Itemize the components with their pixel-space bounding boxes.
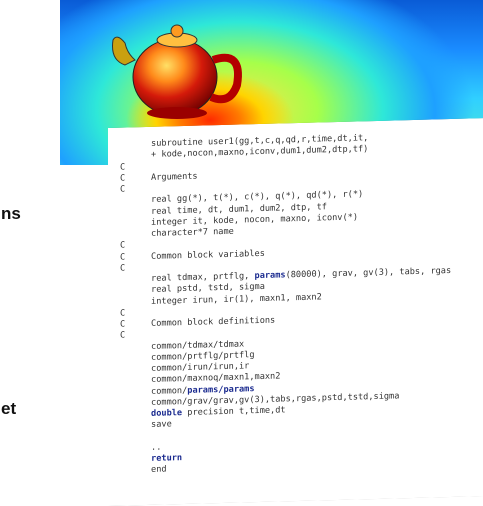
code-text: C [120,184,126,195]
code-keyword: double [151,408,183,419]
fortran-code-block: subroutine user1(gg,t,c,q,qd,r,time,dt,i… [120,131,451,477]
code-line-indent [120,409,151,420]
code-text: C [120,240,126,251]
teapot-icon [112,24,242,119]
code-line-indent [120,139,151,150]
code-text: C [120,330,126,341]
code-line-indent [120,454,151,465]
code-line-indent [120,353,151,364]
code-line-indent [120,386,151,397]
code-line-indent [120,229,151,240]
code-line-indent [120,296,151,307]
code-line-indent [120,150,151,161]
code-line-indent [120,341,151,352]
code-text: precision t,time,dt [182,405,286,419]
code-keyword: params [254,270,286,282]
code-line-indent [120,420,151,431]
code-text: C Arguments [120,171,198,184]
code-text: end [151,464,167,476]
code-line-indent [120,375,151,386]
code-line-indent [120,443,151,454]
code-line-indent [120,465,151,476]
code-text: common/tdmax/tdmax [151,338,245,352]
code-text: save [151,419,172,431]
side-text-fragment-bottom: et [1,399,17,418]
code-line-indent [120,285,151,296]
code-text: C [120,162,126,173]
code-line-indent [120,364,151,375]
code-keyword: params/params [187,383,255,396]
code-text: C [120,263,126,274]
code-keyword: return [151,453,183,464]
code-line-indent [120,218,151,229]
code-line-indent [120,274,151,285]
code-text: character*7 name [151,226,234,239]
code-line-indent [120,398,151,409]
code-text: C [120,308,126,319]
code-listing-panel: subroutine user1(gg,t,c,q,qd,r,time,dt,i… [108,118,483,506]
code-text: common/ [151,385,188,397]
code-text: .. [151,442,162,453]
side-text-fragment-top: ns [1,204,21,223]
code-line-indent [120,195,151,206]
code-line-indent [120,206,151,217]
code-text: common/maxnoq/maxn1,maxn2 [151,371,281,386]
